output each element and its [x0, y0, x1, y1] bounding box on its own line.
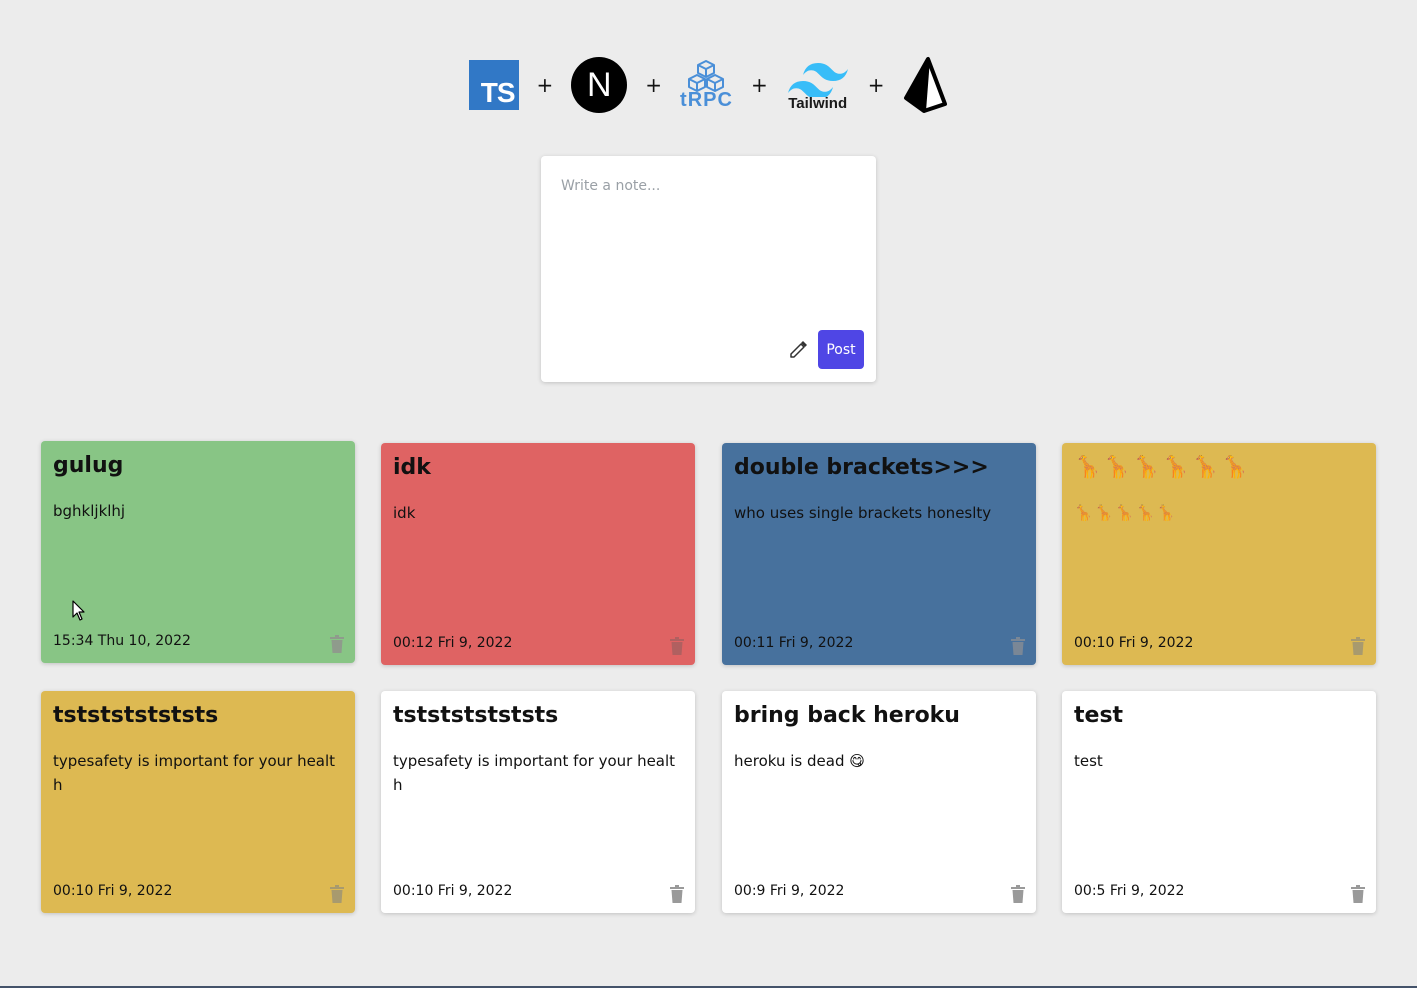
tailwind-logo-text: Tailwind [788, 94, 848, 112]
prisma-logo [902, 56, 948, 114]
note-title: tststststststs [53, 703, 219, 728]
plus-separator: + [645, 73, 663, 97]
eyedropper-icon[interactable] [788, 338, 810, 360]
nextjs-logo: N [571, 57, 628, 113]
note-card: test test 00:5 Fri 9, 2022 [1062, 691, 1376, 913]
trash-icon[interactable] [1350, 637, 1366, 655]
trash-icon[interactable] [1010, 885, 1026, 903]
note-timestamp: 00:11 Fri 9, 2022 [734, 635, 854, 651]
note-body: bghkljklhj [53, 502, 126, 520]
trpc-logo-text: tRPC [680, 88, 733, 111]
trash-icon[interactable] [669, 637, 685, 655]
post-button[interactable]: Post [818, 330, 864, 369]
note-input[interactable] [559, 176, 863, 320]
note-title: 🦒🦒🦒🦒🦒🦒 [1074, 455, 1251, 480]
note-composer: Post [541, 156, 876, 382]
note-timestamp: 00:9 Fri 9, 2022 [734, 883, 845, 899]
note-title: double brackets>>> [734, 455, 989, 480]
note-card: double brackets>>> who uses single brack… [722, 443, 1036, 665]
note-card: bring back heroku heroku is dead 😋 00:9 … [722, 691, 1036, 913]
plus-separator: + [867, 73, 885, 97]
trash-icon[interactable] [329, 635, 345, 653]
note-card: idk idk 00:12 Fri 9, 2022 [381, 443, 695, 665]
trpc-cubes-icon [688, 59, 725, 92]
trpc-logo: tRPC [680, 59, 733, 112]
note-timestamp: 00:10 Fri 9, 2022 [393, 883, 513, 899]
note-body: who uses single brackets honeslty [734, 504, 992, 522]
trash-icon[interactable] [1010, 637, 1026, 655]
prisma-triangle-icon [904, 57, 948, 113]
note-card: tststststststs typesafety is important f… [381, 691, 695, 913]
tailwind-logo: Tailwind [786, 59, 850, 112]
note-timestamp: 00:12 Fri 9, 2022 [393, 635, 513, 651]
note-timestamp: 00:10 Fri 9, 2022 [1074, 635, 1194, 651]
nextjs-logo-text: N [587, 65, 612, 104]
tailwind-wave-icon [787, 62, 848, 97]
note-title: bring back heroku [734, 703, 960, 728]
typescript-logo-text: TS [480, 77, 516, 108]
note-title: tststststststs [393, 703, 559, 728]
note-timestamp: 15:34 Thu 10, 2022 [53, 633, 191, 649]
tech-stack-logos: TS + N + tRPC + Tailwind + [0, 56, 1417, 114]
note-body: idk [393, 504, 416, 522]
note-card: gulug bghkljklhj 15:34 Thu 10, 2022 [41, 441, 355, 663]
trash-icon[interactable] [329, 885, 345, 903]
note-title: gulug [53, 453, 124, 478]
trash-icon[interactable] [1350, 885, 1366, 903]
trash-icon[interactable] [669, 885, 685, 903]
plus-separator: + [750, 73, 768, 97]
note-timestamp: 00:10 Fri 9, 2022 [53, 883, 173, 899]
note-body: heroku is dead 😋 [734, 752, 865, 770]
note-body: 🦒🦒🦒🦒🦒 [1074, 504, 1178, 522]
plus-separator: + [536, 73, 554, 97]
mouse-pointer-icon [72, 600, 85, 621]
note-card: 🦒🦒🦒🦒🦒🦒 🦒🦒🦒🦒🦒 00:10 Fri 9, 2022 [1062, 443, 1376, 665]
note-body: typesafety is important for your health [53, 752, 336, 794]
note-body: typesafety is important for your health [393, 752, 676, 794]
note-title: idk [393, 455, 431, 480]
note-timestamp: 00:5 Fri 9, 2022 [1074, 883, 1185, 899]
note-body: test [1074, 752, 1103, 770]
note-card: tststststststs typesafety is important f… [41, 691, 355, 913]
note-title: test [1074, 703, 1124, 728]
typescript-logo: TS [468, 60, 519, 110]
